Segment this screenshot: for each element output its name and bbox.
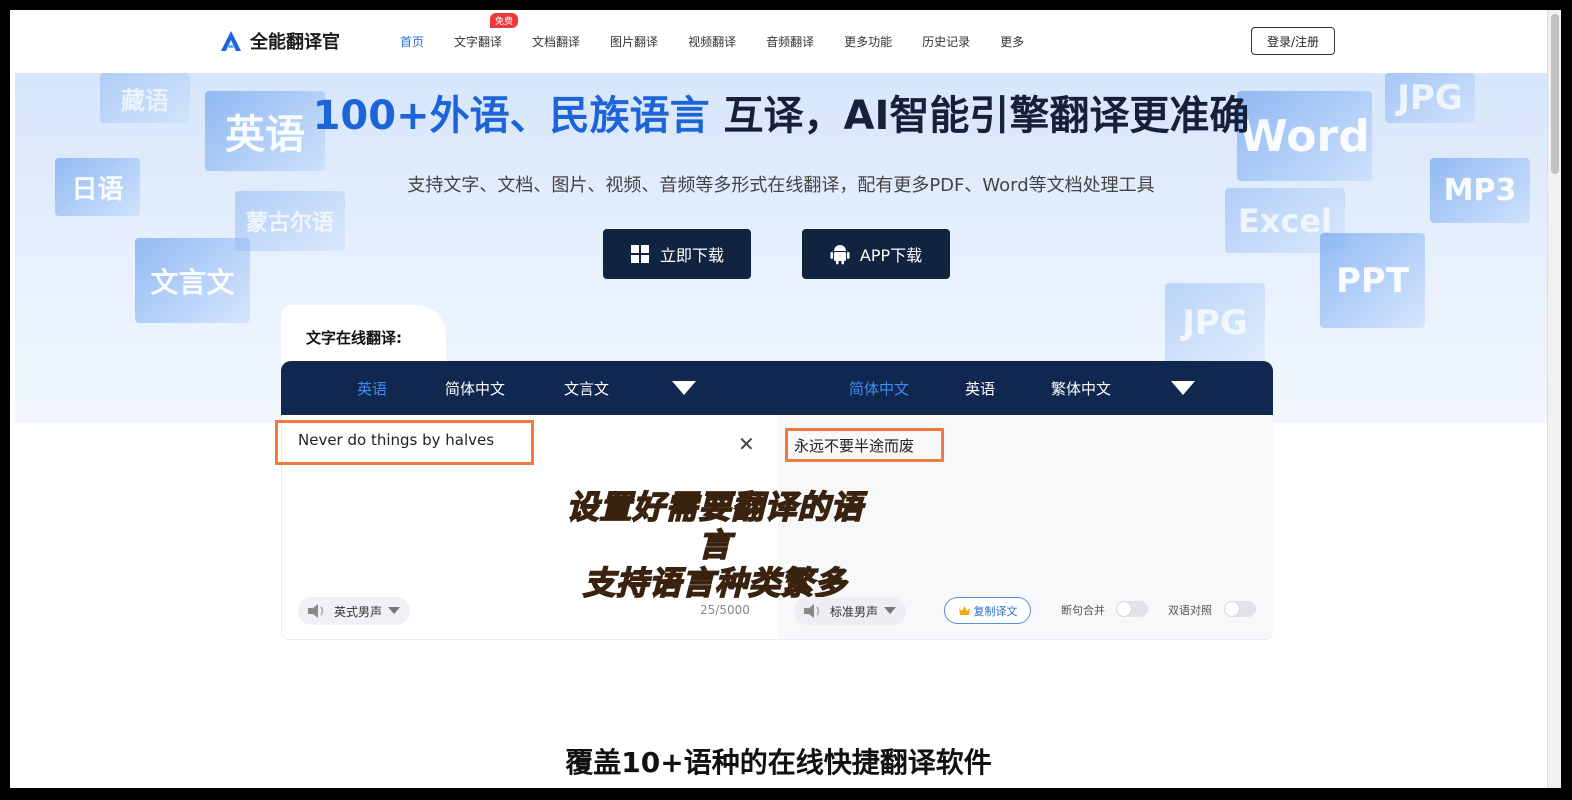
nav-video-translate[interactable]: 视频翻译 [688, 33, 736, 50]
speaker-icon [804, 604, 820, 618]
hero-tile-left: 文言文 [135, 238, 250, 323]
hero-tile-right: JPG [1165, 283, 1265, 363]
hero-tile-right: PPT [1320, 233, 1425, 328]
nav-image-translate[interactable]: 图片翻译 [610, 33, 658, 50]
source-voice-label: 英式男声 [334, 604, 383, 619]
page-scrollbar[interactable] [1547, 10, 1561, 788]
top-header: 全能翻译官 首页 文字翻译 免费 文档翻译 图片翻译 视频翻译 音频翻译 更多功… [10, 10, 1547, 73]
section-title: 覆盖10+语种的在线快捷翻译软件 [565, 746, 992, 779]
chevron-down-icon [884, 607, 897, 614]
bilingual-toggle[interactable] [1224, 601, 1256, 617]
source-voice-select[interactable]: 英式男声 [298, 597, 411, 625]
target-voice-select[interactable]: 标准男声 [794, 597, 907, 625]
sentence-merge-label: 断句合并 [1061, 604, 1105, 617]
logo[interactable]: 全能翻译官 [220, 28, 340, 54]
target-lang-dropdown-icon[interactable] [1171, 381, 1195, 395]
hero-subtitle: 支持文字、文档、图片、视频、音频等多形式在线翻译，配有更多PDF、Word等文档… [407, 175, 1155, 196]
nav-home[interactable]: 首页 [400, 33, 424, 50]
windows-icon [630, 245, 649, 263]
logo-text: 全能翻译官 [250, 32, 340, 53]
sentence-merge-toggle[interactable] [1116, 601, 1148, 617]
app-download-button[interactable]: APP下载 [802, 229, 950, 279]
nav-more-features[interactable]: 更多功能 [844, 33, 892, 50]
source-lang-simplified-chinese[interactable]: 简体中文 [445, 378, 505, 399]
caption-line-1: 设置好需要翻译的语言 [566, 487, 864, 565]
nav-doc-translate[interactable]: 文档翻译 [532, 33, 580, 50]
android-icon [830, 245, 850, 265]
char-count: 25/5000 [700, 603, 750, 617]
translator-tab-label: 文字在线翻译: [306, 329, 402, 347]
logo-icon [221, 31, 241, 51]
speaker-icon [308, 604, 324, 618]
hero-title: 100+外语、民族语言 互译，AI智能引擎翻译更准确 [15, 83, 1547, 141]
main-nav: 首页 文字翻译 免费 文档翻译 图片翻译 视频翻译 音频翻译 更多功能 历史记录… [400, 10, 1054, 73]
nav-history[interactable]: 历史记录 [922, 33, 970, 50]
source-text-input[interactable]: Never do things by halves [275, 420, 534, 465]
nav-more[interactable]: 更多 [1000, 33, 1024, 50]
language-bar: 英语 简体中文 文言文 简体中文 英语 繁体中文 [281, 361, 1273, 415]
hero-tile-left: 蒙古尔语 [235, 191, 345, 251]
source-lang-english[interactable]: 英语 [357, 378, 387, 399]
login-register-button[interactable]: 登录/注册 [1251, 27, 1335, 55]
caption-overlay: 设置好需要翻译的语言 支持语言种类繁多 [555, 487, 875, 603]
download-now-label: 立即下载 [659, 246, 724, 265]
bilingual-label: 双语对照 [1168, 604, 1212, 617]
hero-title-highlight: 100+外语、民族语言 [312, 93, 710, 139]
nav-audio-translate[interactable]: 音频翻译 [766, 33, 814, 50]
target-lang-traditional-chinese[interactable]: 繁体中文 [1051, 378, 1111, 399]
clear-icon[interactable]: ✕ [738, 432, 755, 456]
target-lang-english[interactable]: 英语 [965, 378, 995, 399]
free-badge: 免费 [490, 13, 519, 28]
chevron-down-icon [388, 607, 401, 614]
browser-window: 全能翻译官 首页 文字翻译 免费 文档翻译 图片翻译 视频翻译 音频翻译 更多功… [10, 10, 1547, 788]
copy-translation-button[interactable]: 复制译文 [944, 597, 1031, 624]
app-download-label: APP下载 [859, 246, 923, 265]
nav-text-translate-label: 文字翻译 [454, 35, 503, 49]
copy-translation-label: 复制译文 [973, 604, 1018, 618]
crown-icon [958, 606, 970, 615]
download-now-button[interactable]: 立即下载 [603, 229, 751, 279]
target-lang-simplified-chinese[interactable]: 简体中文 [849, 378, 909, 399]
source-lang-dropdown-icon[interactable] [672, 381, 696, 395]
nav-text-translate[interactable]: 文字翻译 免费 [454, 13, 519, 50]
target-voice-label: 标准男声 [830, 604, 879, 619]
source-lang-classical-chinese[interactable]: 文言文 [564, 378, 609, 399]
target-text-output: 永远不要半途而废 [785, 428, 944, 462]
hero-title-rest: 互译，AI智能引擎翻译更准确 [723, 93, 1250, 139]
